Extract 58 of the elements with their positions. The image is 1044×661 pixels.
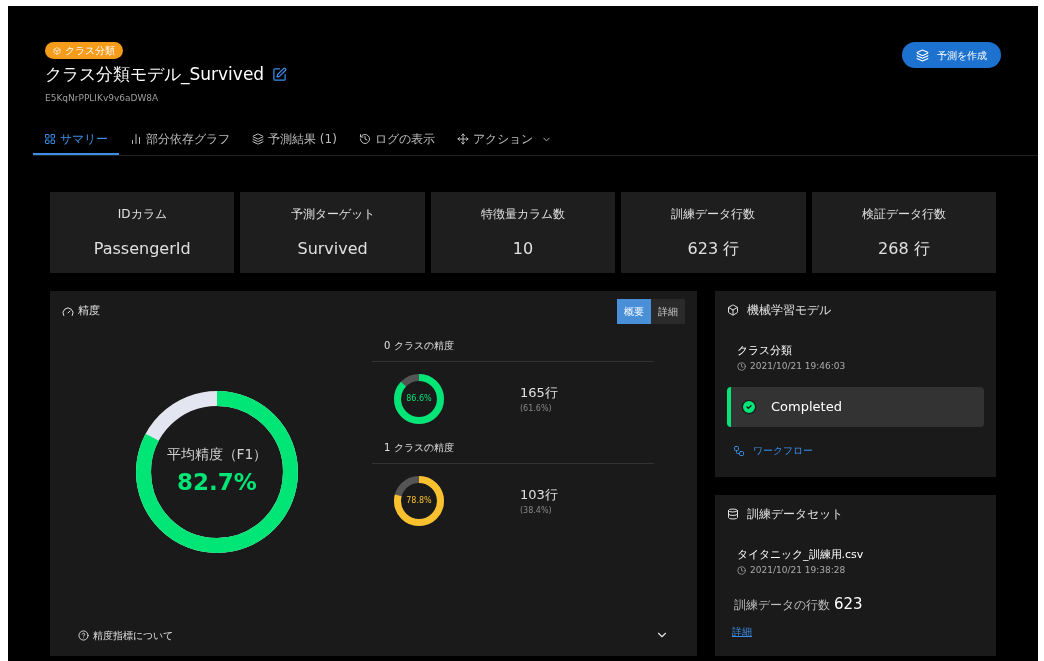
- create-prediction-button[interactable]: 予測を作成: [902, 42, 1001, 68]
- rows-value: 623: [834, 594, 863, 615]
- card-title: 機械学習モデル: [747, 302, 831, 319]
- cube-icon: [727, 304, 739, 316]
- history-icon: [358, 133, 371, 145]
- class-share: (61.6%): [520, 402, 553, 415]
- class-ring-value: 86.6%: [406, 393, 432, 405]
- view-toggle[interactable]: 詳細: [651, 299, 685, 324]
- class-share: (38.4%): [520, 504, 553, 517]
- class-ring-value: 78.8%: [406, 495, 432, 507]
- gauge-icon: [62, 305, 74, 318]
- dataset-file: タイタニック_訓練用.csv: [737, 547, 865, 563]
- card-title: 訓練データセット: [747, 506, 843, 523]
- database-icon: [727, 508, 739, 520]
- stat-value: 623 行: [687, 237, 740, 260]
- class-title: 1 クラスの精度: [372, 440, 654, 464]
- ring-label: 平均精度（F1）: [166, 445, 268, 465]
- ring-value: 82.7%: [177, 468, 257, 498]
- grid-icon: [44, 133, 56, 145]
- tab[interactable]: 部分依存グラフ: [119, 125, 241, 155]
- category-badge: クラス分類: [45, 42, 123, 59]
- timestamp: 2021/10/21 19:38:28: [750, 563, 846, 577]
- stat-value: PassengerId: [93, 237, 191, 260]
- model-name: クラス分類: [737, 343, 793, 359]
- rows-label: 訓練データの行数: [734, 597, 830, 614]
- clock-icon: [737, 361, 746, 371]
- stat-label: 訓練データ行数: [671, 205, 756, 223]
- stat-value: Survived: [297, 237, 368, 260]
- stat-label: IDカラム: [117, 205, 167, 223]
- tab[interactable]: サマリー: [33, 125, 119, 155]
- status-text: Completed: [771, 398, 842, 417]
- class-title: 0 クラスの精度: [372, 338, 654, 362]
- layers-icon: [252, 133, 264, 145]
- cube-icon: [53, 46, 61, 55]
- clock-icon: [737, 565, 746, 575]
- workflow-link[interactable]: ワークフロー: [753, 443, 813, 458]
- panel-title: 精度: [78, 303, 100, 320]
- help-link[interactable]: 精度指標について: [93, 627, 173, 643]
- stat-label: 予測ターゲット: [290, 205, 375, 223]
- tab[interactable]: 予測結果 (1): [241, 125, 348, 155]
- tab[interactable]: ログの表示: [347, 125, 446, 155]
- help-icon: [78, 629, 89, 641]
- edit-icon[interactable]: [272, 67, 288, 83]
- class-rows: 103行: [520, 485, 558, 505]
- tab[interactable]: アクション: [445, 125, 563, 155]
- timestamp: 2021/10/21 19:46:03: [750, 359, 846, 373]
- model-id: E5KqNrPPLIKv9v6aDW8A: [45, 91, 160, 105]
- details-link[interactable]: 詳細: [732, 623, 752, 639]
- stat-value: 268 行: [878, 237, 930, 260]
- check-icon: [741, 399, 757, 415]
- class-rows: 165行: [520, 383, 558, 403]
- stat-value: 10: [512, 237, 534, 260]
- workflow-icon: [733, 444, 745, 457]
- stat-label: 特徴量カラム数: [481, 205, 565, 223]
- move-icon: [456, 133, 469, 145]
- bar-chart-icon: [130, 133, 142, 145]
- model-title: クラス分類モデル_Survived: [45, 63, 265, 87]
- stat-label: 検証データ行数: [861, 205, 946, 223]
